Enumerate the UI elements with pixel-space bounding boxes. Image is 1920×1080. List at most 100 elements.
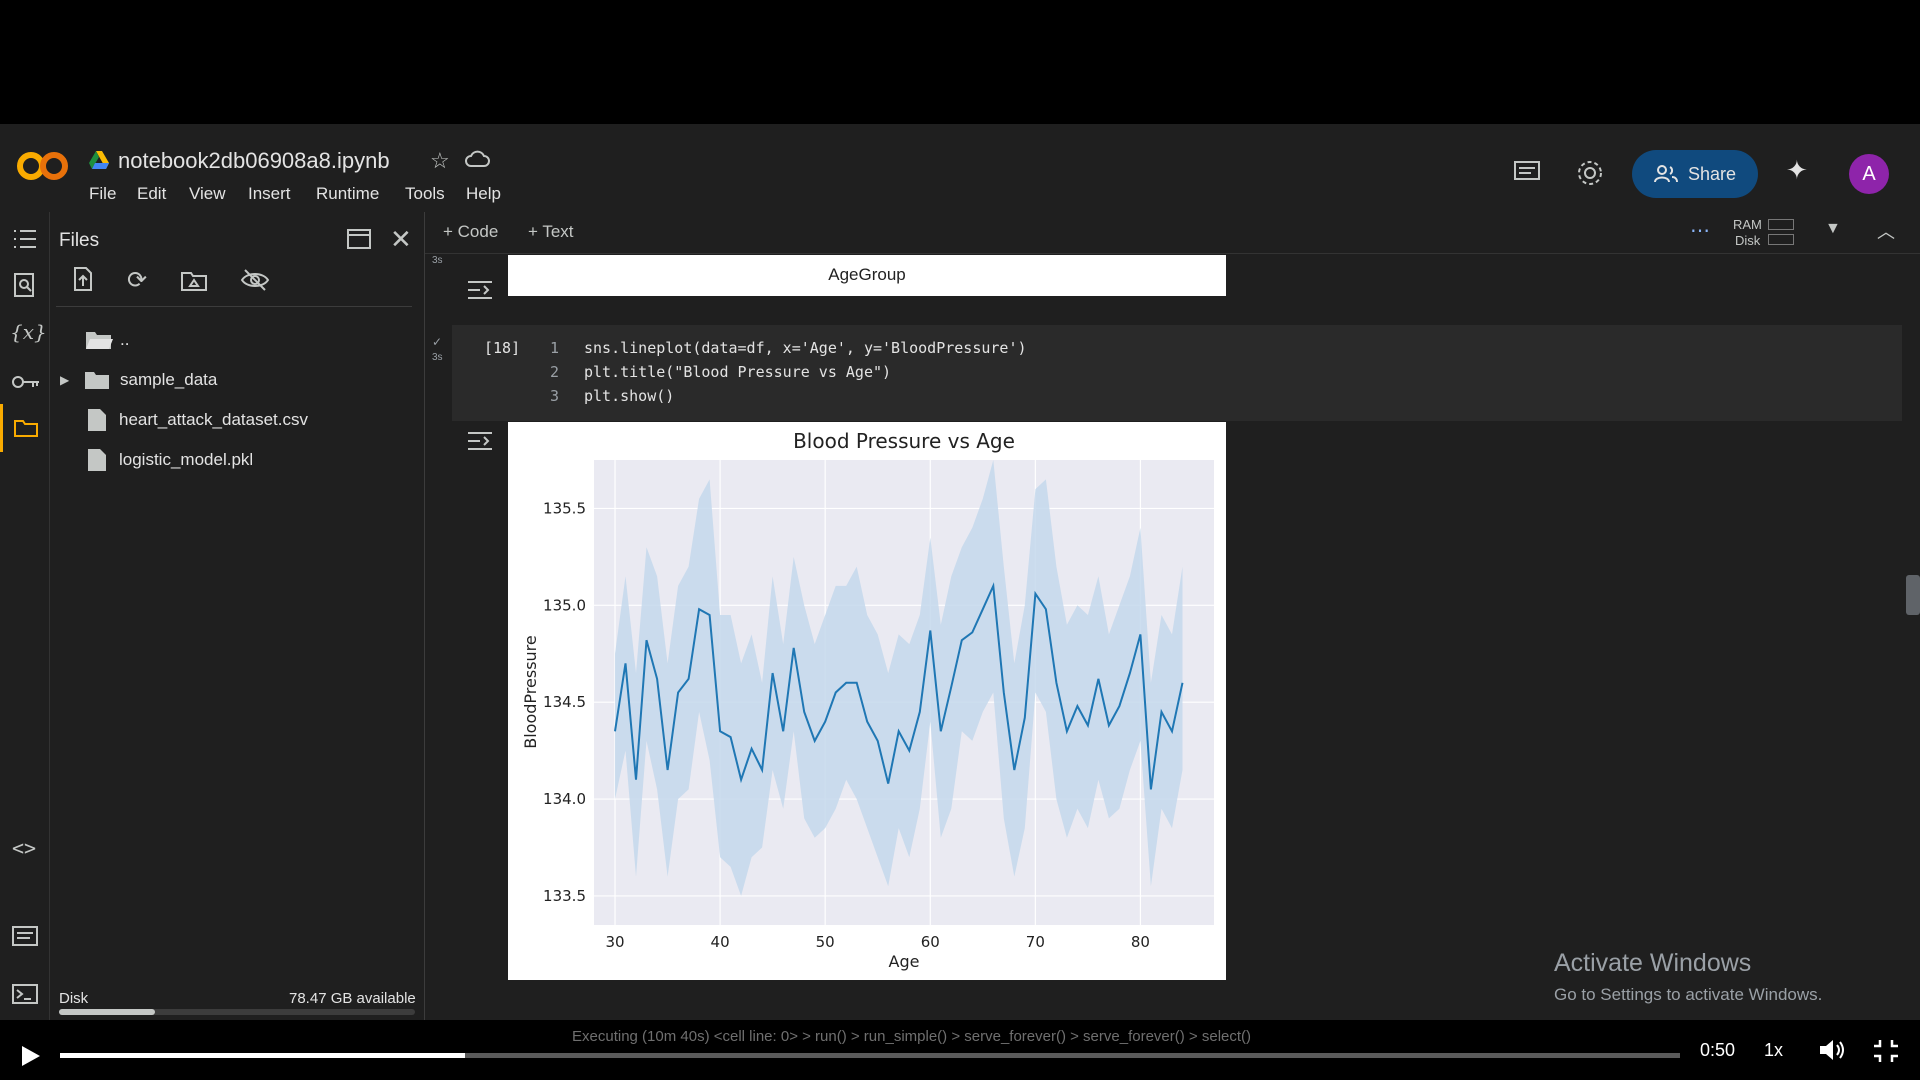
executing-status: Executing (10m 40s) <cell line: 0> > run…	[572, 1028, 1252, 1045]
x-axis-label: Age	[889, 952, 920, 971]
ram-label: RAM	[1733, 217, 1762, 232]
code-line[interactable]: plt.show()	[584, 387, 674, 405]
y-tick-label: 135.0	[543, 596, 586, 614]
file-row-csv[interactable]: heart_attack_dataset.csv	[87, 405, 308, 435]
key-icon[interactable]	[11, 374, 41, 395]
file-name: heart_attack_dataset.csv	[119, 410, 309, 429]
menu-runtime[interactable]: Runtime	[316, 184, 379, 204]
y-tick-label: 134.5	[543, 693, 586, 711]
disk-meter	[1768, 234, 1794, 245]
file-name: sample_data	[120, 370, 218, 389]
video-time: 0:50	[1700, 1040, 1736, 1060]
code-line[interactable]: sns.lineplot(data=df, x='Age', y='BloodP…	[584, 339, 1027, 357]
files-panel: Files ✕ ⟳ .. ▶ sample_data heart_attack_…	[50, 212, 425, 1020]
collapse-icon[interactable]: ︿	[1877, 218, 1895, 244]
add-code-button[interactable]: + Code	[443, 222, 498, 242]
notebook-title[interactable]: notebook2db06908a8.ipynb	[118, 148, 390, 174]
x-ticks: 30 40 50 60 70 80	[605, 933, 1150, 951]
line-number: 1	[550, 339, 560, 357]
drive-icon	[89, 151, 109, 174]
comment-icon[interactable]	[1513, 160, 1541, 191]
volume-icon[interactable]	[1818, 1038, 1846, 1067]
menu-file[interactable]: File	[89, 184, 116, 204]
menu-tools[interactable]: Tools	[405, 184, 445, 204]
settings-icon[interactable]	[1576, 159, 1604, 192]
star-icon[interactable]: ☆	[430, 148, 450, 174]
disk-available: 78.47 GB available	[289, 990, 416, 1007]
upload-icon[interactable]	[72, 266, 94, 297]
play-icon[interactable]	[20, 1044, 42, 1073]
sparkle-icon[interactable]: ✦	[1786, 155, 1808, 186]
fullscreen-exit-icon[interactable]	[1872, 1038, 1900, 1069]
menu-edit[interactable]: Edit	[137, 184, 166, 204]
toolbar-divider	[56, 306, 412, 307]
x-tick-label: 40	[711, 933, 730, 951]
file-name: logistic_model.pkl	[119, 450, 254, 469]
cloud-icon[interactable]	[464, 148, 490, 175]
file-name: ..	[120, 330, 130, 349]
windows-activate-subtitle: Go to Settings to activate Windows.	[1554, 985, 1823, 1004]
hide-files-icon[interactable]	[240, 268, 270, 297]
prev-output-xlabel: AgeGroup	[828, 265, 906, 284]
disk-usage-bar	[59, 1009, 415, 1015]
line-number: 2	[550, 363, 560, 381]
colab-logo[interactable]	[16, 146, 70, 186]
x-tick-label: 80	[1131, 933, 1150, 951]
code-snippets-icon[interactable]: <>	[12, 836, 36, 860]
file-row-sample-data[interactable]: ▶ sample_data	[60, 365, 217, 395]
exec-count: [18]	[484, 339, 521, 357]
people-icon	[1653, 165, 1678, 183]
command-palette-icon[interactable]	[12, 926, 38, 951]
sidebar-rail: {x} <>	[0, 212, 50, 1020]
avatar-letter: A	[1862, 162, 1876, 185]
lineplot-chart: 30 40 50 60 70 80 133.5 134.0 134.5 135.0 135.5 B…	[521, 429, 1214, 971]
video-progress-track[interactable]	[60, 1053, 1680, 1058]
folder-open-icon	[86, 332, 113, 349]
disk-label-toolbar: Disk	[1735, 233, 1761, 248]
ram-meter	[1768, 219, 1794, 230]
expand-arrow-icon[interactable]: ▶	[60, 373, 84, 387]
add-text-button[interactable]: + Text	[528, 222, 574, 242]
video-player-bar: Executing (10m 40s) <cell line: 0> > run…	[0, 1020, 1920, 1080]
files-rail-active[interactable]	[0, 404, 49, 452]
share-button[interactable]: Share	[1632, 150, 1758, 198]
terminal-icon[interactable]	[12, 984, 38, 1009]
toc-icon[interactable]	[12, 228, 38, 255]
scrollbar-thumb[interactable]	[1906, 575, 1920, 615]
more-icon[interactable]: ⋯	[1690, 218, 1710, 243]
file-row-parent[interactable]: ..	[84, 325, 129, 355]
files-title: Files	[59, 230, 100, 251]
code-cell[interactable]: [18] 1 2 3 sns.lineplot(data=df, x='Age'…	[452, 325, 1902, 421]
windows-activate-title: Activate Windows	[1554, 949, 1752, 977]
file-row-pkl[interactable]: logistic_model.pkl	[87, 445, 253, 475]
file-icon	[88, 409, 106, 431]
exec-time: 3s	[432, 352, 443, 363]
refresh-icon[interactable]: ⟳	[127, 266, 147, 295]
resources-dropdown-icon[interactable]: ▼	[1825, 220, 1841, 238]
x-tick-label: 60	[921, 933, 940, 951]
colab-logo-icon	[17, 152, 68, 180]
x-tick-label: 50	[816, 933, 835, 951]
prev-cell-gutter: 3s	[432, 255, 443, 266]
avatar[interactable]: A	[1849, 154, 1889, 194]
mount-drive-icon[interactable]	[180, 270, 208, 297]
menu-insert[interactable]: Insert	[248, 184, 291, 204]
line-number: 3	[550, 387, 560, 405]
output-toggle-icon[interactable]	[466, 430, 494, 457]
code-line[interactable]: plt.title("Blood Pressure vs Age")	[584, 363, 891, 381]
variables-icon[interactable]: {x}	[10, 320, 47, 344]
folder-icon	[14, 420, 38, 437]
find-icon[interactable]	[13, 272, 37, 303]
x-tick-label: 30	[605, 933, 624, 951]
menu-view[interactable]: View	[189, 184, 226, 204]
top-bar: notebook2db06908a8.ipynb ☆ File Edit Vie…	[0, 124, 1920, 212]
playback-speed[interactable]: 1x	[1764, 1040, 1783, 1061]
disk-label: Disk	[59, 990, 89, 1007]
open-in-tab-icon[interactable]	[346, 228, 372, 255]
menu-help[interactable]: Help	[466, 184, 501, 204]
close-icon[interactable]: ✕	[390, 224, 412, 255]
notebook-toolbar: + Code + Text ⋯ RAM Disk ▼ ︿	[425, 212, 1920, 254]
file-icon	[88, 449, 106, 471]
output-toggle-icon[interactable]	[466, 279, 494, 306]
y-tick-label: 134.0	[543, 790, 586, 808]
